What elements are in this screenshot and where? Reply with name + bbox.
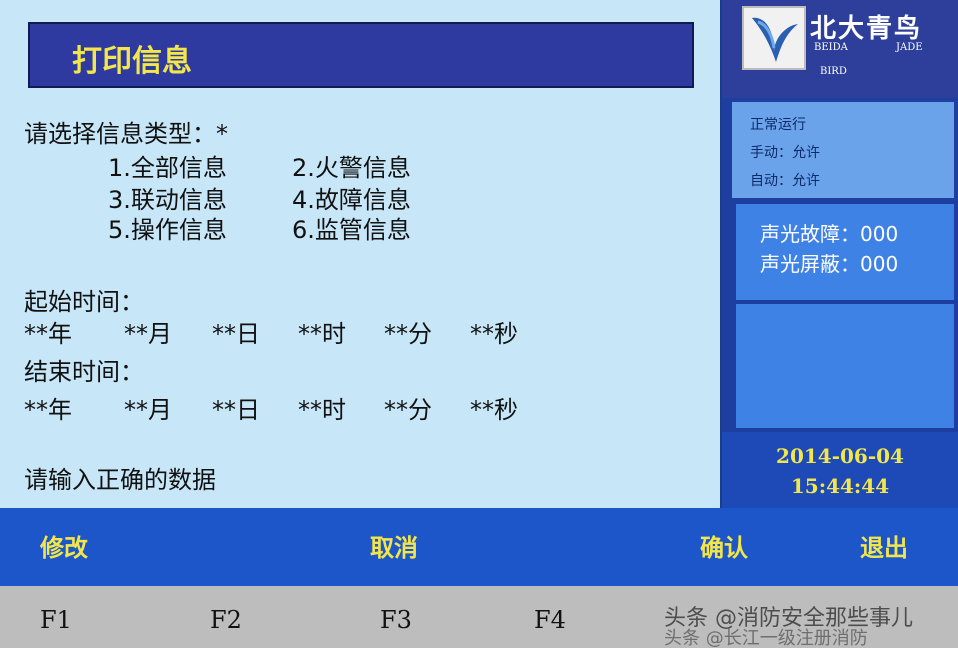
bird-logo-icon xyxy=(742,6,806,70)
f4-key[interactable]: F4 xyxy=(534,606,566,634)
alarm-counter-box: 声光故障：000 声光屏蔽：000 xyxy=(736,204,954,300)
main-panel: 打印信息 请选择信息类型：* 1.全部信息 2.火警信息 3.联动信息 4.故障… xyxy=(0,0,722,508)
end-hour-field[interactable]: **时 xyxy=(298,390,346,425)
start-hour-field[interactable]: **时 xyxy=(298,314,346,349)
brand-name-en: BIRD xyxy=(820,66,847,77)
manual-mode-status: 手动：允许 xyxy=(750,145,820,161)
datetime-box: 2014-06-04 15:44:44 xyxy=(722,432,958,508)
info-type-option[interactable]: 6.监管信息 xyxy=(292,210,411,245)
cancel-button[interactable]: 取消 xyxy=(370,528,418,563)
sound-light-fault-count: 声光故障：000 xyxy=(760,222,899,246)
current-time: 15:44:44 xyxy=(790,474,890,498)
end-minute-field[interactable]: **分 xyxy=(384,390,432,425)
page-title: 打印信息 xyxy=(72,44,192,79)
end-time-label: 结束时间： xyxy=(24,358,144,386)
end-day-field[interactable]: **日 xyxy=(212,390,260,425)
f3-key[interactable]: F3 xyxy=(380,606,412,634)
confirm-button[interactable]: 确认 xyxy=(700,528,748,563)
f2-key[interactable]: F2 xyxy=(210,606,242,634)
info-type-option[interactable]: 2.火警信息 xyxy=(292,148,411,183)
side-panel: 北大青鸟 BEIDA JADE BIRD 正常运行 手动：允许 自动：允许 声光… xyxy=(722,0,958,508)
run-status: 正常运行 xyxy=(750,117,806,133)
start-second-field[interactable]: **秒 xyxy=(470,314,518,349)
modify-button[interactable]: 修改 xyxy=(40,528,88,563)
end-second-field[interactable]: **秒 xyxy=(470,390,518,425)
auto-mode-status: 自动：允许 xyxy=(750,173,820,189)
function-key-bar: F1 F2 F3 F4 头条 @消防安全那些事儿 头条 @长江一级注册消防 xyxy=(0,586,958,649)
brand-name-en: JADE xyxy=(896,42,923,53)
end-month-field[interactable]: **月 xyxy=(124,390,172,425)
f1-key[interactable]: F1 xyxy=(40,606,72,634)
info-type-option[interactable]: 5.操作信息 xyxy=(108,210,227,245)
brand-logo: 北大青鸟 BEIDA JADE BIRD xyxy=(722,0,958,98)
blank-info-box xyxy=(736,304,954,428)
info-type-prompt: 请选择信息类型：* xyxy=(24,120,228,148)
end-year-field[interactable]: **年 xyxy=(24,390,72,425)
brand-name-en: BEIDA xyxy=(814,42,848,53)
start-year-field[interactable]: **年 xyxy=(24,314,72,349)
start-month-field[interactable]: **月 xyxy=(124,314,172,349)
sound-light-shield-count: 声光屏蔽：000 xyxy=(760,252,899,276)
current-date: 2014-06-04 xyxy=(776,444,904,468)
info-type-option[interactable]: 1.全部信息 xyxy=(108,148,227,183)
start-day-field[interactable]: **日 xyxy=(212,314,260,349)
status-message: 请输入正确的数据 xyxy=(24,466,216,494)
start-time-label: 起始时间： xyxy=(24,288,144,316)
run-status-box: 正常运行 手动：允许 自动：允许 xyxy=(732,102,954,198)
brand-name-cn: 北大青鸟 xyxy=(810,14,923,44)
exit-button[interactable]: 退出 xyxy=(860,528,908,563)
title-bar: 打印信息 xyxy=(28,22,694,88)
function-bar: 修改 取消 确认 退出 xyxy=(0,508,958,586)
watermark-text: 头条 @长江一级注册消防 xyxy=(664,628,868,649)
start-minute-field[interactable]: **分 xyxy=(384,314,432,349)
